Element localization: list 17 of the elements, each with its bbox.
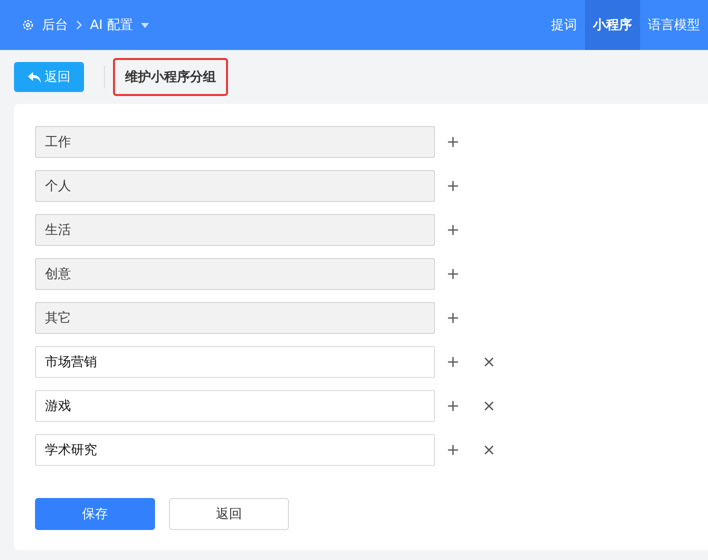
- page-title: 维护小程序分组: [113, 58, 228, 96]
- close-icon[interactable]: [483, 444, 495, 456]
- nav-tab[interactable]: 小程序: [585, 0, 640, 50]
- plus-icon[interactable]: [447, 444, 459, 456]
- reply-arrow-icon: [28, 72, 40, 82]
- caret-icon[interactable]: [140, 22, 149, 28]
- chevron-icon: [76, 20, 82, 30]
- close-icon[interactable]: [483, 356, 495, 368]
- group-field[interactable]: 学术研究: [35, 434, 435, 466]
- group-field[interactable]: 市场营销: [35, 346, 435, 378]
- plus-icon[interactable]: [447, 356, 459, 368]
- plus-icon[interactable]: [447, 400, 459, 412]
- back-button[interactable]: 返回: [169, 498, 289, 530]
- save-button[interactable]: 保存: [35, 498, 155, 530]
- close-icon[interactable]: [483, 400, 495, 412]
- group-field[interactable]: 游戏: [35, 390, 435, 422]
- gear-icon: [22, 19, 34, 31]
